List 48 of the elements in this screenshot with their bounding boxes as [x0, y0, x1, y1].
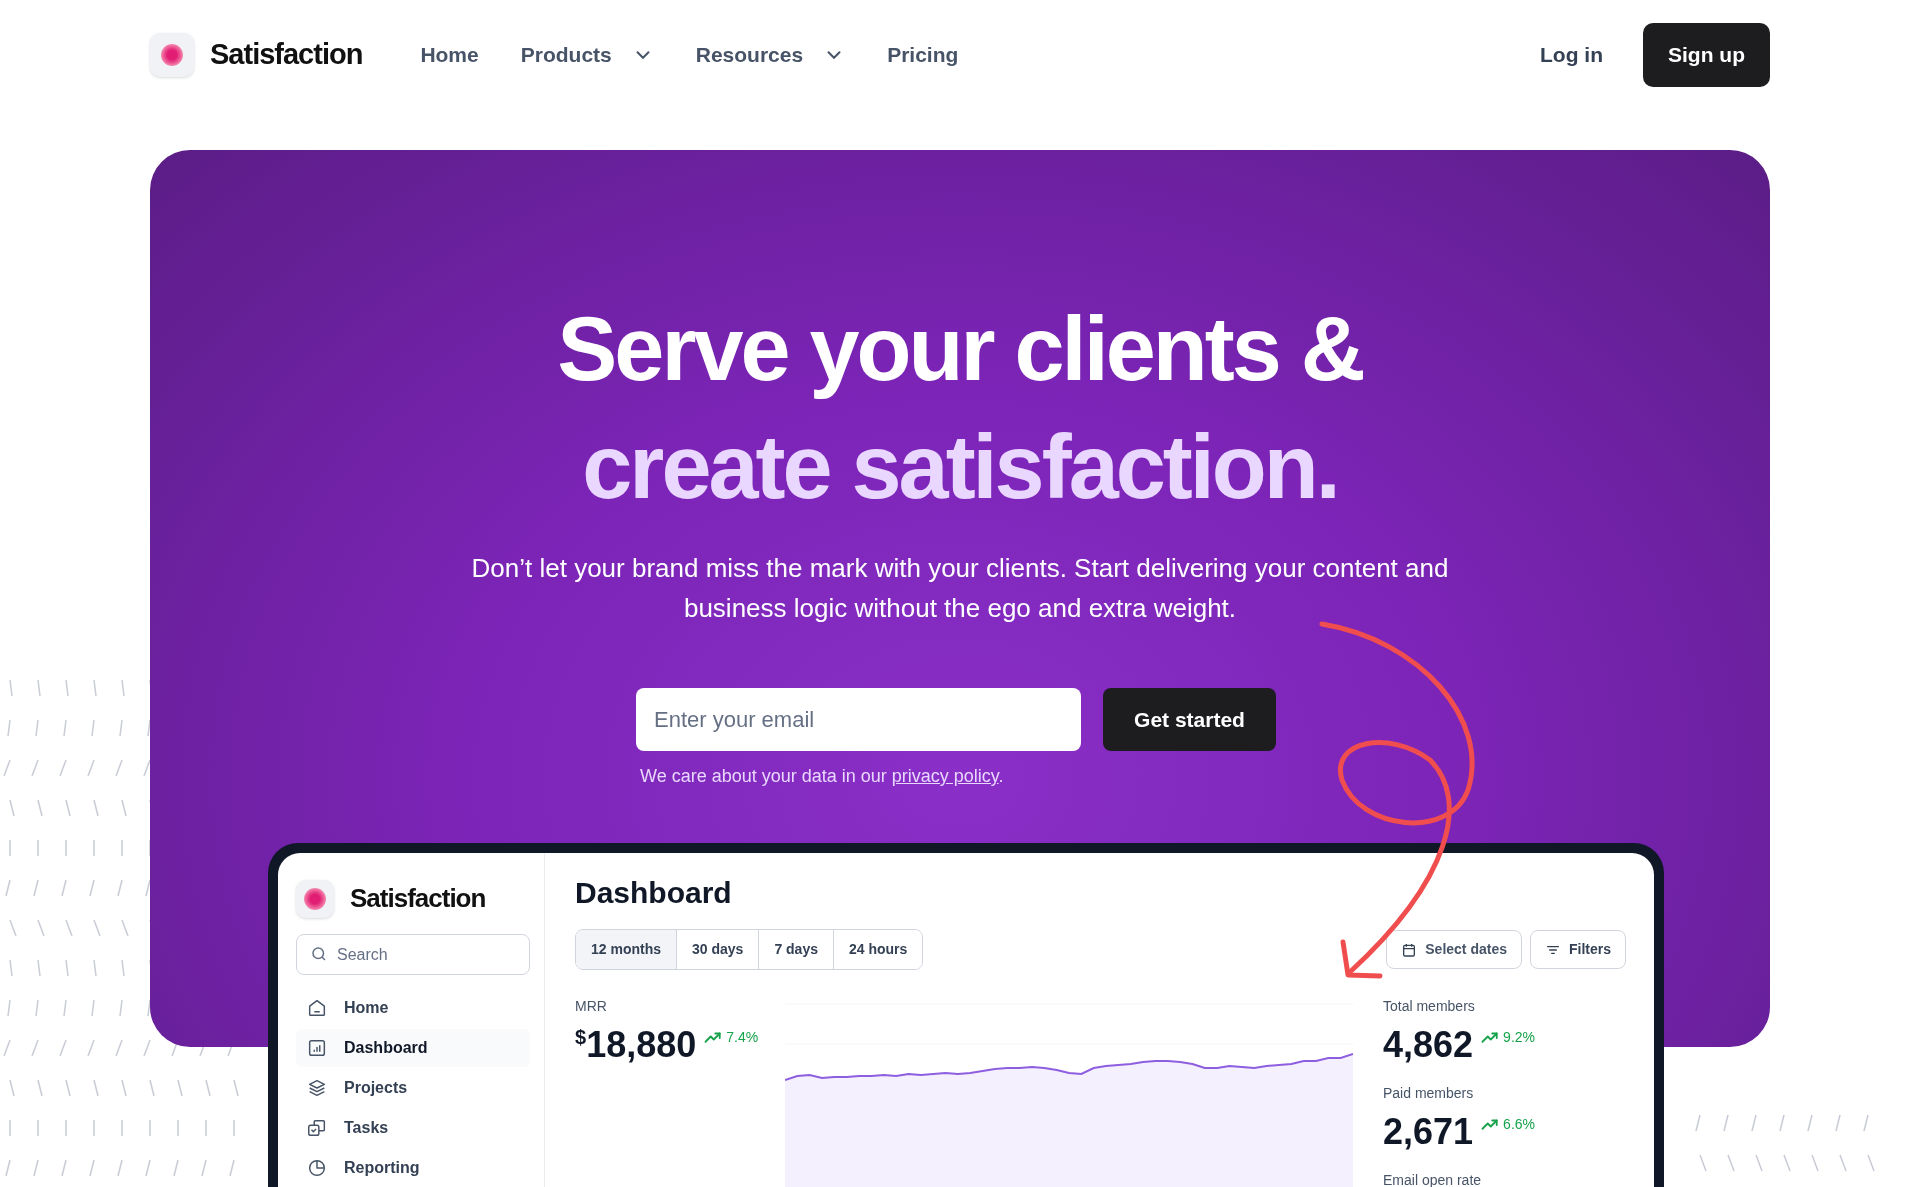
- privacy-policy-link[interactable]: privacy policy: [891, 766, 999, 786]
- privacy-note: We care about your data in our privacy policy.: [640, 765, 1005, 788]
- stat-label: MRR: [575, 997, 608, 1016]
- email-field[interactable]: Enter your email: [636, 688, 1081, 751]
- stat-label: Total members: [1383, 997, 1476, 1016]
- home-icon: [306, 997, 328, 1019]
- page-title: Dashboard: [575, 875, 733, 911]
- stat-label: Email open rate: [1383, 1171, 1483, 1187]
- stat-value: 18,880: [586, 1024, 697, 1065]
- logo-text: Satisfaction: [350, 882, 486, 915]
- filters-button[interactable]: Filters: [1530, 930, 1626, 969]
- trend-up-icon: [1481, 1031, 1500, 1044]
- hero-subtitle: Don’t let your brand miss the mark with your clients. Start delivering your content and business logic without the ego and extra weight.: [470, 552, 1450, 625]
- sidebar-item[interactable]: Home: [296, 989, 530, 1027]
- pie-chart-icon: [306, 1157, 328, 1179]
- nav-link[interactable]: Home: [420, 39, 479, 71]
- search-icon: [310, 945, 328, 963]
- stat-value: 4,862: [1383, 1027, 1474, 1063]
- headline-line: Serve your clients &: [556, 298, 1364, 401]
- stat-value: 2,671: [1383, 1114, 1474, 1150]
- search-field[interactable]: Search: [296, 934, 530, 975]
- layers-icon: [306, 1077, 328, 1099]
- login-link[interactable]: Log in: [1540, 39, 1603, 71]
- calendar-icon: [1401, 941, 1418, 958]
- signup-button[interactable]: Sign up: [1643, 23, 1770, 87]
- currency-sign: $: [575, 1026, 587, 1048]
- logo-icon: [296, 879, 334, 918]
- stat-change: 9.2%: [1503, 1028, 1535, 1047]
- nav-link[interactable]: Products: [520, 39, 654, 71]
- sidebar-item[interactable]: Projects: [296, 1069, 530, 1107]
- range-tab[interactable]: 12 months: [576, 930, 677, 969]
- get-started-button[interactable]: Get started: [1103, 688, 1276, 751]
- trend-up-icon: [1481, 1118, 1500, 1131]
- nav-link[interactable]: Pricing: [887, 39, 959, 71]
- sidebar-item[interactable]: Dashboard: [296, 1029, 530, 1067]
- checkbox-stack-icon: [306, 1117, 328, 1139]
- nav-link[interactable]: Resources: [695, 39, 846, 71]
- stat-label: Paid members: [1383, 1084, 1475, 1103]
- stat-change: 6.6%: [1503, 1115, 1535, 1134]
- sidebar-item[interactable]: Tasks: [296, 1109, 530, 1147]
- select-dates-button[interactable]: Select dates: [1386, 930, 1522, 969]
- logo-text[interactable]: Satisfaction: [210, 33, 363, 77]
- trend-up-icon: [704, 1031, 723, 1044]
- stat-change: 7.4%: [726, 1028, 759, 1047]
- headline-line: create satisfaction.: [581, 416, 1339, 519]
- logo-icon: [150, 33, 194, 77]
- bar-chart-icon: [306, 1037, 328, 1059]
- sidebar-item[interactable]: Reporting: [296, 1149, 530, 1187]
